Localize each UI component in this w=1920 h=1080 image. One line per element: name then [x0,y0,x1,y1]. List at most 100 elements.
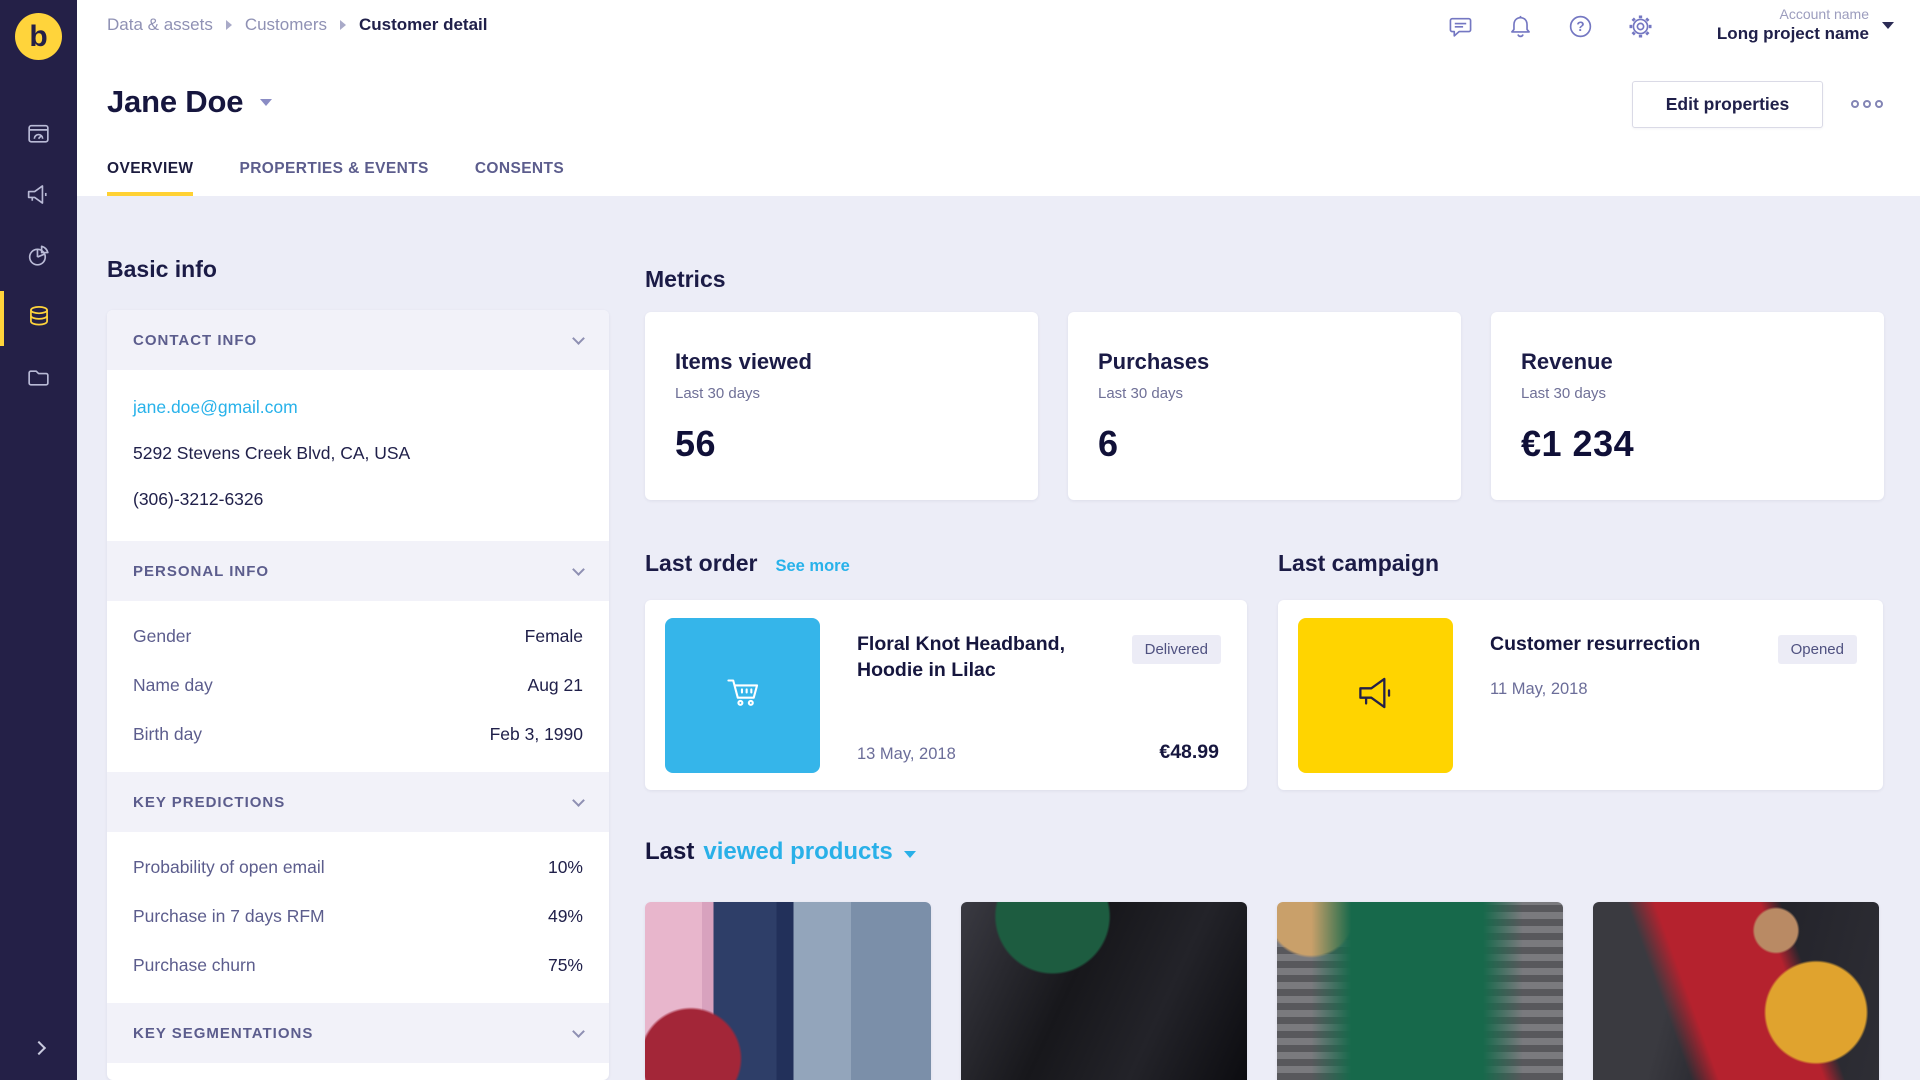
personal-row-birth-day: Birth day Feb 3, 1990 [107,710,609,759]
sidebar-item-analyses[interactable] [0,227,77,288]
edit-properties-button[interactable]: Edit properties [1632,81,1823,128]
customer-email-link[interactable]: jane.doe@gmail.com [133,397,583,418]
brand-logo[interactable]: b [15,13,62,60]
chevron-down-icon [572,793,585,807]
key-segmentations-header[interactable]: KEY SEGMENTATIONS [107,1003,609,1063]
breadcrumb-customers[interactable]: Customers [245,15,327,35]
order-tile [665,618,820,773]
viewed-products-label: viewed products [703,838,893,865]
customer-address: 5292 Stevens Creek Blvd, CA, USA [133,443,411,463]
last-campaign-title: Last campaign [1278,550,1440,576]
gear-icon[interactable] [1627,13,1654,40]
sidebar-nav [0,105,77,410]
row-label: Name day [133,675,213,695]
megaphone-icon [1351,668,1401,723]
sidebar-item-dashboard[interactable] [0,105,77,166]
row-label: Purchase in 7 days RFM [133,906,325,926]
key-predictions-body: Probability of open email 10% Purchase i… [107,832,609,1003]
sidebar-item-campaigns[interactable] [0,166,77,227]
product-image[interactable] [1593,902,1879,1080]
metrics-row: Items viewed Last 30 days 56 Purchases L… [645,312,1884,500]
svg-text:?: ? [1576,19,1584,34]
bell-icon[interactable] [1507,13,1534,40]
order-date: 13 May, 2018 [857,745,956,763]
personal-info-header[interactable]: PERSONAL INFO [107,541,609,601]
breadcrumb-separator-icon [340,20,347,30]
more-options-button[interactable] [1851,100,1883,108]
row-label: Birth day [133,724,203,744]
pie-chart-icon [25,242,52,274]
chat-icon[interactable] [1447,13,1474,40]
personal-info-label: PERSONAL INFO [133,562,270,580]
last-viewed-prefix: Last [645,838,695,865]
row-value: Female [524,626,583,646]
key-segmentations-label: KEY SEGMENTATIONS [133,1024,314,1042]
key-predictions-header[interactable]: KEY PREDICTIONS [107,772,609,832]
campaign-tile [1298,618,1453,773]
chevron-down-icon [572,1024,585,1038]
metric-value: 6 [1098,423,1119,464]
chevron-right-icon [31,1040,46,1056]
metric-card-revenue: Revenue Last 30 days €1 234 [1491,312,1884,500]
metric-title: Revenue [1521,349,1613,374]
viewed-products-dropdown[interactable]: viewed products [703,838,916,866]
personal-row-name-day: Name day Aug 21 [107,661,609,710]
page-header: Data & assets Customers Customer detail … [77,0,1920,196]
order-price: €48.99 [1159,741,1219,763]
title-row: Jane Doe [107,84,273,120]
metric-period: Last 30 days [1521,385,1607,402]
product-image[interactable] [645,902,931,1080]
metric-title: Purchases [1098,349,1210,374]
product-image[interactable] [1277,902,1563,1080]
help-icon[interactable]: ? [1567,13,1594,40]
customer-phone: (306)-3212-6326 [133,489,264,509]
megaphone-icon [25,181,52,213]
prediction-row-purchase-rfm: Purchase in 7 days RFM 49% [107,892,609,941]
row-label: Gender [133,626,192,646]
order-product-name: Floral Knot Headband, Hoodie in Lilac [857,633,1066,682]
row-value: 10% [547,857,583,877]
metrics-title: Metrics [645,266,726,292]
metric-period: Last 30 days [1098,385,1184,402]
see-more-link[interactable]: See more [775,557,849,576]
account-switcher[interactable]: Account name Long project name [1717,6,1894,44]
breadcrumb: Data & assets Customers Customer detail [107,15,488,35]
contact-info-body: jane.doe@gmail.com 5292 Stevens Creek Bl… [107,370,609,541]
chevron-down-icon [903,850,916,858]
campaign-date: 11 May, 2018 [1490,680,1588,698]
last-viewed-header: Last viewed products [645,838,916,866]
folder-icon [25,364,52,396]
page-title: Jane Doe [107,84,244,119]
row-label: Purchase churn [133,955,256,975]
metric-period: Last 30 days [675,385,761,402]
row-value: 75% [547,955,583,975]
tab-consents[interactable]: CONSENTS [475,160,564,196]
tab-properties-events[interactable]: PROPERTIES & EVENTS [239,160,428,196]
last-order-card: Floral Knot Headband, Hoodie in Lilac De… [645,600,1247,790]
account-text: Account name Long project name [1717,6,1869,44]
customer-dropdown-icon[interactable] [260,98,273,106]
sidebar-item-assets[interactable] [0,349,77,410]
dashboard-icon [25,120,52,152]
key-predictions-label: KEY PREDICTIONS [133,793,286,811]
metric-card-items-viewed: Items viewed Last 30 days 56 [645,312,1038,500]
breadcrumb-separator-icon [225,20,232,30]
prediction-row-open-email: Probability of open email 10% [107,843,609,892]
viewed-products-row [645,902,1879,1080]
sidebar-expand-button[interactable] [0,1026,77,1070]
product-image[interactable] [961,902,1247,1080]
campaign-name: Customer resurrection [1490,633,1701,655]
personal-row-gender: Gender Female [107,612,609,661]
chevron-down-icon [1882,21,1894,29]
prediction-row-purchase-churn: Purchase churn 75% [107,941,609,990]
chevron-down-icon [572,331,585,345]
personal-info-body: Gender Female Name day Aug 21 Birth day … [107,601,609,772]
tab-overview[interactable]: OVERVIEW [107,160,194,196]
row-value: 49% [547,906,583,926]
breadcrumb-data-assets[interactable]: Data & assets [107,15,213,35]
basic-info-card: CONTACT INFO jane.doe@gmail.com 5292 Ste… [107,310,609,1080]
tab-bar: OVERVIEW PROPERTIES & EVENTS CONSENTS [107,160,564,196]
sidebar-item-data-assets[interactable] [0,288,77,349]
contact-info-header[interactable]: CONTACT INFO [107,310,609,370]
order-status-badge: Delivered [1131,635,1221,664]
